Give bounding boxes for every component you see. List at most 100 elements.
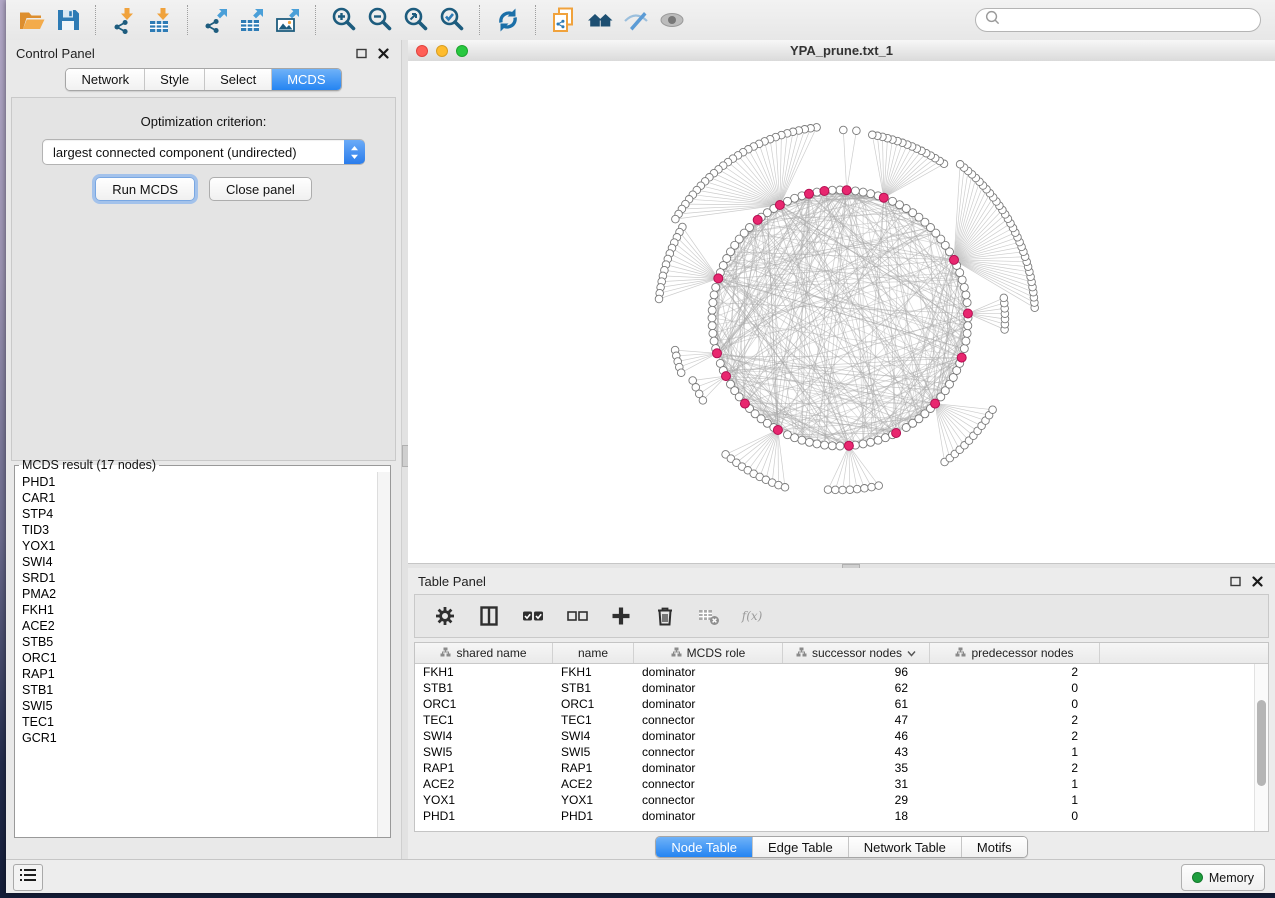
table-row[interactable]: TEC1TEC1connector472 [415,712,1268,728]
show-details-icon[interactable] [654,4,690,36]
mcds-node-item[interactable]: STB5 [22,634,378,650]
cell: 1 [930,745,1100,759]
export-table-icon[interactable] [234,4,270,36]
cell: 62 [783,681,930,695]
export-image-icon[interactable] [270,4,306,36]
criterion-dropdown[interactable]: largest connected component (undirected) [42,139,365,165]
table-scrollbar-thumb[interactable] [1257,700,1266,786]
close-icon[interactable] [375,45,391,61]
network-graph-canvas[interactable] [408,61,1275,563]
select-all-icon[interactable] [521,604,545,628]
mcds-node-item[interactable]: PMA2 [22,586,378,602]
table-row[interactable]: RAP1RAP1dominator352 [415,760,1268,776]
mcds-node-item[interactable]: FKH1 [22,602,378,618]
table-row[interactable]: ORC1ORC1dominator610 [415,696,1268,712]
delete-icon[interactable] [653,604,677,628]
zoom-selected-icon[interactable] [434,4,470,36]
mcds-node-item[interactable]: PHD1 [22,474,378,490]
save-icon[interactable] [50,4,86,36]
table-panel: Table Panel f(x) shared namenameMCDS rol… [408,568,1275,860]
column-header-MCDS-role[interactable]: MCDS role [634,643,783,663]
tab-edge-table[interactable]: Edge Table [752,837,848,857]
table-row[interactable]: STB1STB1dominator620 [415,680,1268,696]
cell: 1 [930,777,1100,791]
cell: dominator [634,729,783,743]
tab-mcds[interactable]: MCDS [271,69,340,90]
open-icon[interactable] [14,4,50,36]
tab-style[interactable]: Style [144,69,204,90]
table-row[interactable]: YOX1YOX1connector291 [415,792,1268,808]
control-panel: Control Panel NetworkStyleSelectMCDS Opt… [6,40,401,860]
search-input[interactable] [1005,10,1260,30]
cell: dominator [634,809,783,823]
mcds-list-scrollbar[interactable] [377,472,390,837]
mcds-node-item[interactable]: SRD1 [22,570,378,586]
control-panel-tabs: NetworkStyleSelectMCDS [6,68,401,91]
hide-details-icon[interactable] [618,4,654,36]
mcds-node-item[interactable]: GCR1 [22,730,378,746]
mcds-node-item[interactable]: RAP1 [22,666,378,682]
mcds-node-item[interactable]: SWI5 [22,698,378,714]
mcds-node-item[interactable]: ORC1 [22,650,378,666]
cell: ACE2 [553,777,634,791]
mcds-result-list[interactable]: PHD1CAR1STP4TID3YOX1SWI4SRD1PMA2FKH1ACE2… [15,474,378,837]
table-row[interactable]: PHD1PHD1dominator180 [415,808,1268,824]
table-row[interactable]: SWI5SWI5connector431 [415,744,1268,760]
zoom-in-icon[interactable] [326,4,362,36]
zoom-fit-icon[interactable] [398,4,434,36]
mcds-node-item[interactable]: TID3 [22,522,378,538]
cell: 0 [930,809,1100,823]
tab-node-table[interactable]: Node Table [656,837,752,857]
table-row[interactable]: FKH1FKH1dominator962 [415,664,1268,680]
copy-network-icon[interactable] [546,4,582,36]
memory-button[interactable]: Memory [1181,864,1265,891]
table-row[interactable]: ACE2ACE2connector311 [415,776,1268,792]
gear-icon[interactable] [433,604,457,628]
cell: 61 [783,697,930,711]
mcds-node-item[interactable]: STB1 [22,682,378,698]
zoom-out-icon[interactable] [362,4,398,36]
search-box[interactable] [975,8,1261,32]
tab-network-table[interactable]: Network Table [848,837,961,857]
mcds-node-item[interactable]: STP4 [22,506,378,522]
mcds-node-item[interactable]: CAR1 [22,490,378,506]
optimization-criterion-label: Optimization criterion: [12,114,395,129]
mcds-node-item[interactable]: ACE2 [22,618,378,634]
column-header-name[interactable]: name [553,643,634,663]
column-header-predecessor-nodes[interactable]: predecessor nodes [930,643,1100,663]
mcds-node-item[interactable]: TEC1 [22,714,378,730]
tree-icon [671,646,682,660]
cell: FKH1 [553,665,634,679]
refresh-icon[interactable] [490,4,526,36]
columns-icon[interactable] [477,604,501,628]
home-icon[interactable] [582,4,618,36]
cell: dominator [634,761,783,775]
mcds-node-item[interactable]: YOX1 [22,538,378,554]
mcds-node-item[interactable]: SWI4 [22,554,378,570]
cell: TEC1 [553,713,634,727]
task-history-button[interactable] [13,864,43,891]
float-icon[interactable] [353,45,369,61]
close-panel-button[interactable]: Close panel [209,177,312,201]
float-icon[interactable] [1227,573,1243,589]
export-network-icon[interactable] [198,4,234,36]
cell: ORC1 [415,697,553,711]
import-table-icon[interactable] [142,4,178,36]
network-view-window: YPA_prune.txt_1 [408,40,1275,563]
add-icon[interactable] [609,604,633,628]
column-header-successor-nodes[interactable]: successor nodes [783,643,930,663]
node-table[interactable]: shared namenameMCDS rolesuccessor nodesp… [414,642,1269,832]
table-row[interactable]: SWI4SWI4dominator462 [415,728,1268,744]
select-none-icon[interactable] [565,604,589,628]
column-header-shared-name[interactable]: shared name [415,643,553,663]
run-mcds-button[interactable]: Run MCDS [95,177,195,201]
cell: dominator [634,681,783,695]
close-icon[interactable] [1249,573,1265,589]
tab-select[interactable]: Select [204,69,271,90]
network-window-titlebar[interactable]: YPA_prune.txt_1 [408,40,1275,62]
tab-network[interactable]: Network [66,69,144,90]
table-scrollbar[interactable] [1254,664,1268,831]
dropdown-stepper-icon [344,140,365,164]
tab-motifs[interactable]: Motifs [961,837,1027,857]
import-network-icon[interactable] [106,4,142,36]
